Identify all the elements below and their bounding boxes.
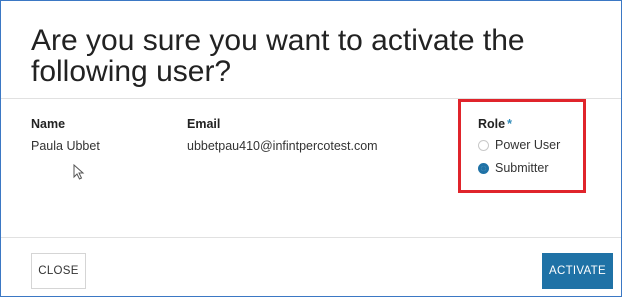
user-name-value: Paula Ubbet	[31, 139, 100, 153]
name-column-label: Name	[31, 117, 66, 131]
role-label-text: Role	[478, 117, 506, 131]
email-column-label: Email	[187, 117, 221, 131]
power-user-radio[interactable]	[478, 139, 489, 151]
power-user-label: Power User	[495, 138, 561, 152]
role-field-label: Role *	[478, 117, 512, 131]
mouse-cursor-icon	[73, 164, 85, 180]
role-option-submitter[interactable]: Submitter	[478, 161, 549, 175]
activate-button[interactable]: ACTIVATE	[542, 253, 613, 289]
required-marker: *	[507, 117, 512, 131]
close-button[interactable]: CLOSE	[31, 253, 86, 289]
role-option-power-user[interactable]: Power User	[478, 138, 560, 152]
dialog-title: Are you sure you want to activate the fo…	[31, 24, 525, 88]
submitter-label: Submitter	[495, 161, 549, 175]
activate-user-dialog: Are you sure you want to activate the fo…	[0, 0, 622, 297]
footer-divider	[1, 237, 621, 238]
submitter-radio[interactable]	[478, 162, 489, 174]
user-email-value: ubbetpau410@infintpercotest.com	[187, 139, 378, 153]
